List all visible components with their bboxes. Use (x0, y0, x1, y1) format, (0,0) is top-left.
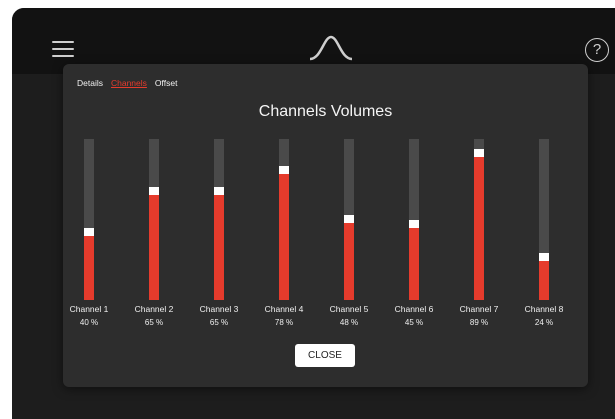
volume-fill (474, 157, 484, 300)
tab-channels[interactable]: Channels (111, 78, 147, 88)
volume-track[interactable] (84, 139, 94, 300)
tab-bar: Details Channels Offset (77, 78, 177, 88)
app-window: ? Details Channels Offset Channels Volum… (12, 8, 615, 419)
volume-fill (539, 261, 549, 300)
channel-name: Channel 6 (394, 304, 434, 314)
volume-fill (84, 236, 94, 300)
volume-fill (279, 174, 289, 300)
volume-thumb[interactable] (474, 149, 484, 157)
close-button[interactable]: CLOSE (295, 344, 355, 367)
volume-fill (344, 223, 354, 300)
channel-name: Channel 2 (134, 304, 174, 314)
hamburger-menu-icon[interactable] (52, 41, 74, 57)
volume-fill (149, 195, 159, 300)
channel-name: Channel 8 (524, 304, 564, 314)
channel-volume-value: 65 % (209, 318, 229, 327)
channel-volume-value: 24 % (534, 318, 554, 327)
volume-track[interactable] (474, 139, 484, 300)
dialog-title: Channels Volumes (258, 103, 393, 120)
wave-peak-logo (309, 35, 353, 61)
channel-volume-value: 45 % (404, 318, 424, 327)
volume-thumb[interactable] (84, 228, 94, 236)
channel-volume-value: 78 % (274, 318, 294, 327)
volume-thumb[interactable] (409, 220, 419, 228)
channel-name: Channel 5 (329, 304, 369, 314)
help-icon[interactable]: ? (585, 38, 609, 62)
tab-details[interactable]: Details (77, 78, 103, 88)
volume-fill (214, 195, 224, 300)
channel-name: Channel 3 (199, 304, 239, 314)
channel-volume-value: 89 % (469, 318, 489, 327)
channels-volumes-dialog: Details Channels Offset Channels Volumes… (63, 64, 588, 387)
volume-track[interactable] (539, 139, 549, 300)
volume-thumb[interactable] (149, 187, 159, 195)
volume-thumb[interactable] (344, 215, 354, 223)
channel-volume-value: 40 % (79, 318, 99, 327)
tab-offset[interactable]: Offset (155, 78, 178, 88)
channel-name: Channel 1 (69, 304, 109, 314)
volume-track[interactable] (409, 139, 419, 300)
volume-thumb[interactable] (539, 253, 549, 261)
volume-thumb[interactable] (279, 166, 289, 174)
channel-volume-value: 48 % (339, 318, 359, 327)
channel-name: Channel 4 (264, 304, 304, 314)
volume-track[interactable] (149, 139, 159, 300)
channel-volume-value: 65 % (144, 318, 164, 327)
channel-name: Channel 7 (459, 304, 499, 314)
volume-fill (409, 228, 419, 300)
volume-track[interactable] (214, 139, 224, 300)
volume-thumb[interactable] (214, 187, 224, 195)
volume-track[interactable] (344, 139, 354, 300)
volume-track[interactable] (279, 139, 289, 300)
